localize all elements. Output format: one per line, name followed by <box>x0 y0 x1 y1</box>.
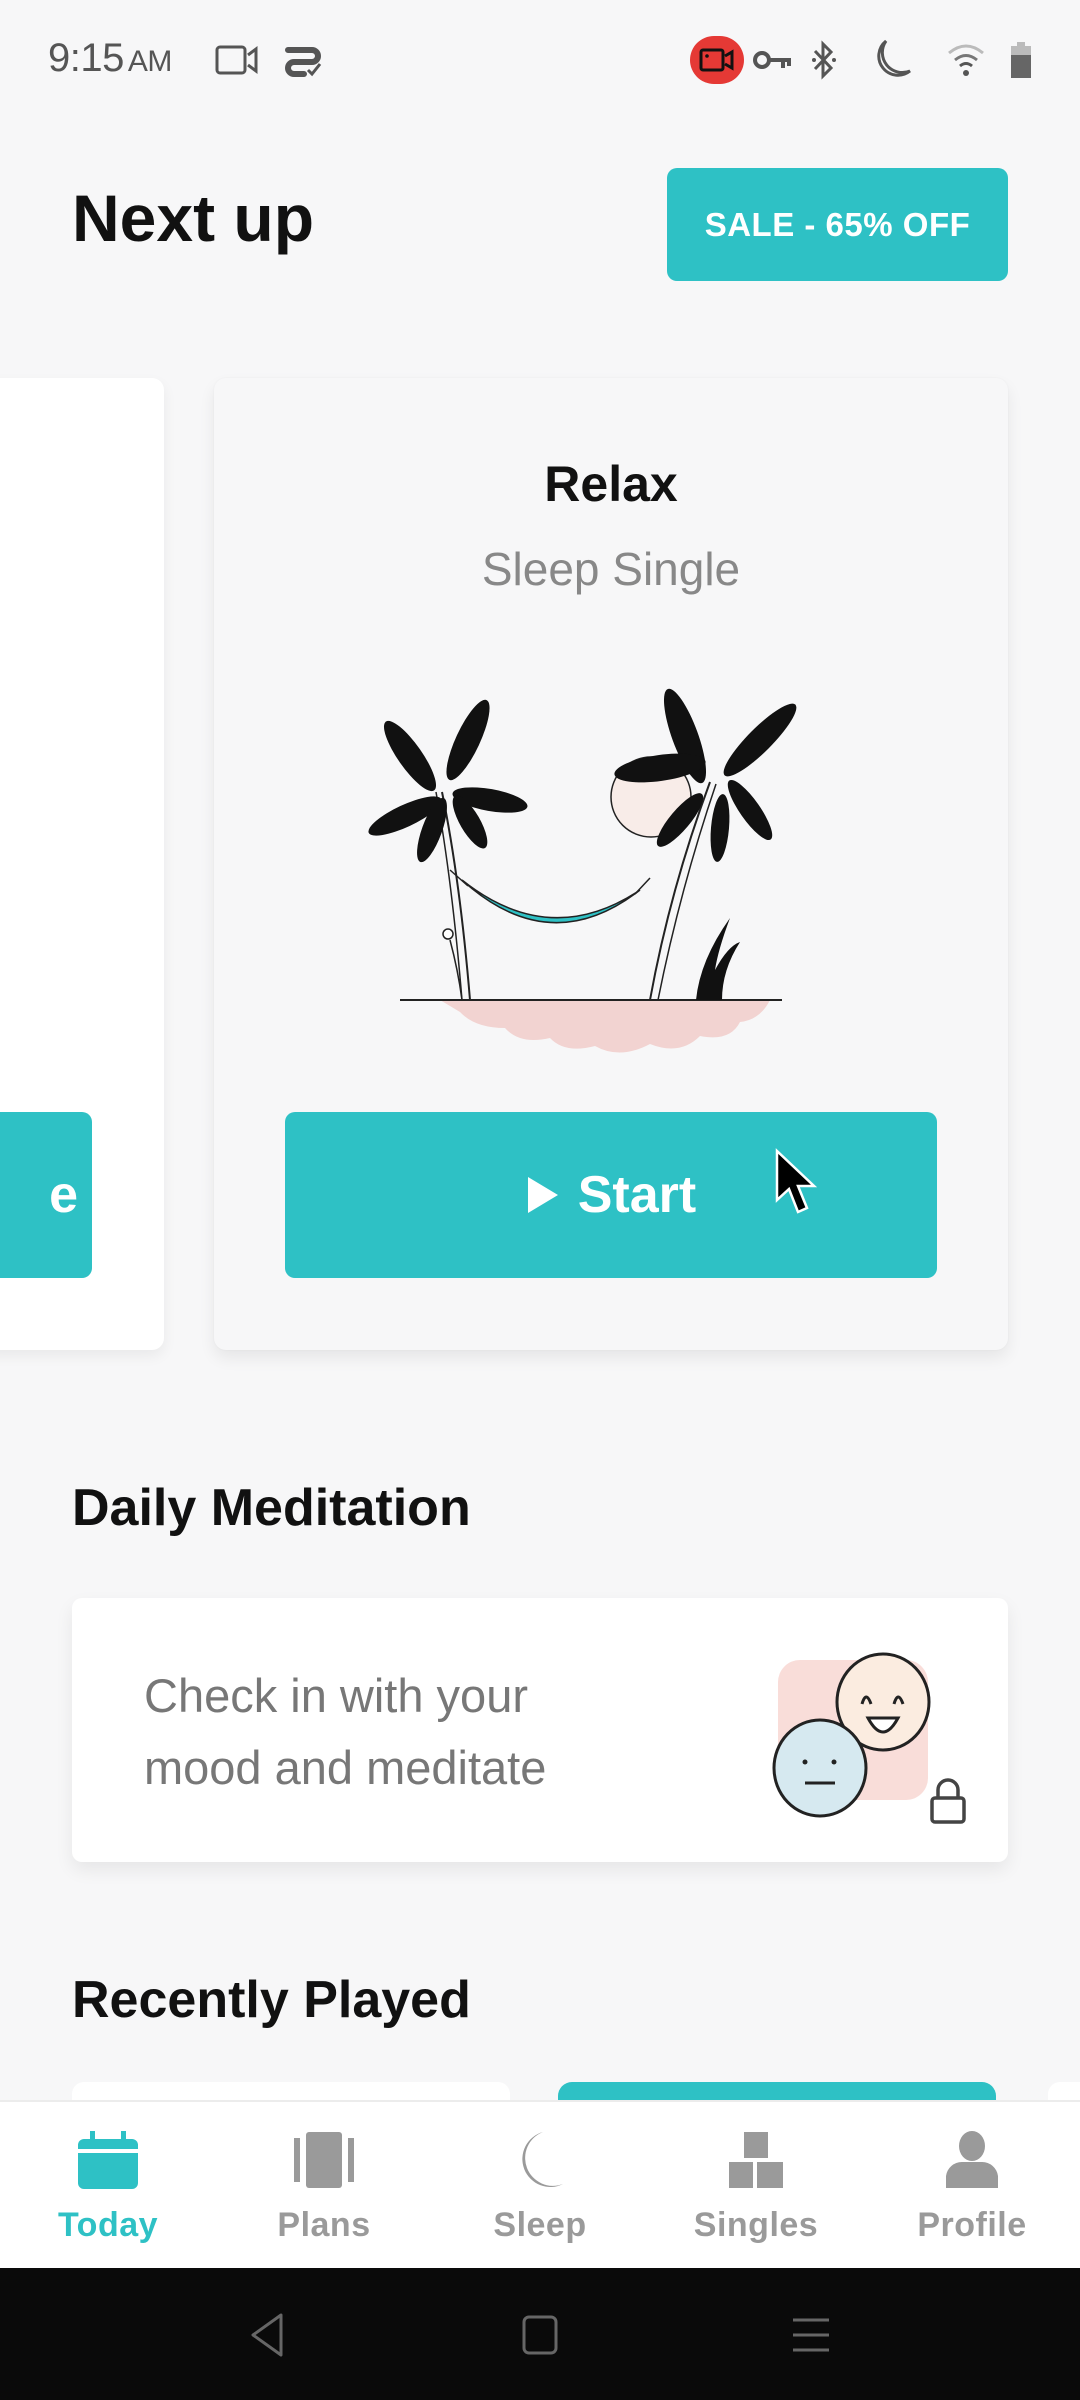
nav-item-today[interactable]: Today <box>0 2102 216 2270</box>
daily-meditation-title: Daily Meditation <box>72 1479 471 1537</box>
nav-item-singles[interactable]: Singles <box>648 2102 864 2270</box>
back-icon[interactable] <box>232 2300 302 2370</box>
sale-button[interactable]: SALE - 65% OFF <box>667 168 1008 281</box>
palm-trees-hammock-illustration <box>368 688 797 1053</box>
nav-label-plans: Plans <box>277 2206 371 2244</box>
start-button-label: Start <box>577 1166 697 1224</box>
nav-label-profile: Profile <box>917 2206 1027 2244</box>
home-icon[interactable] <box>505 2300 575 2370</box>
wifi-icon <box>946 38 986 82</box>
bluetooth-icon <box>806 38 842 82</box>
left-palm-leaves <box>368 699 528 863</box>
moon-icon <box>505 2128 575 2192</box>
nav-item-plans[interactable]: Plans <box>216 2102 432 2270</box>
nav-label-sleep: Sleep <box>493 2206 587 2244</box>
bottom-navigation: Today Plans Sleep Singles Profile <box>0 2100 1080 2270</box>
daily-meditation-text: Check in with your mood and meditate <box>144 1669 547 1794</box>
time-text: 9:15 <box>48 36 124 80</box>
session-title: Relax <box>544 456 678 512</box>
mouse-cursor-icon <box>775 1148 818 1214</box>
status-bar: 9:15 AM <box>0 0 1080 120</box>
calendar-icon <box>73 2128 143 2192</box>
nav-label-singles: Singles <box>693 2206 819 2244</box>
video-camera-icon <box>214 38 260 82</box>
blocks-icon <box>721 2128 791 2192</box>
vpn-key-icon <box>752 38 794 82</box>
nav-item-sleep[interactable]: Sleep <box>432 2102 648 2270</box>
do-not-disturb-moon-icon <box>866 38 916 82</box>
lock-icon <box>930 1778 966 1824</box>
previous-card-button-label: e <box>49 1166 78 1224</box>
hammock <box>461 879 641 924</box>
sand-shape <box>440 1000 770 1053</box>
nav-label-today: Today <box>57 2206 159 2244</box>
status-time: 9:15 AM <box>48 36 172 81</box>
recents-menu-icon[interactable] <box>776 2300 846 2370</box>
plans-icon <box>289 2128 359 2192</box>
grass <box>696 918 740 1000</box>
screen-record-icon <box>690 36 744 84</box>
ampm-text: AM <box>127 45 173 78</box>
mood-faces-illustration <box>772 1652 931 1818</box>
recently-played-title: Recently Played <box>72 1971 471 2029</box>
start-button[interactable]: Start <box>285 1112 937 1278</box>
page-title: Next up <box>72 181 315 255</box>
previous-card-action-button[interactable]: e <box>0 1112 92 1278</box>
nav-item-profile[interactable]: Profile <box>864 2102 1080 2270</box>
battery-icon <box>1004 38 1038 82</box>
session-subtitle: Sleep Single <box>481 543 741 595</box>
person-icon <box>937 2128 1007 2192</box>
play-icon <box>527 1177 558 1213</box>
sync-check-icon <box>280 38 326 82</box>
